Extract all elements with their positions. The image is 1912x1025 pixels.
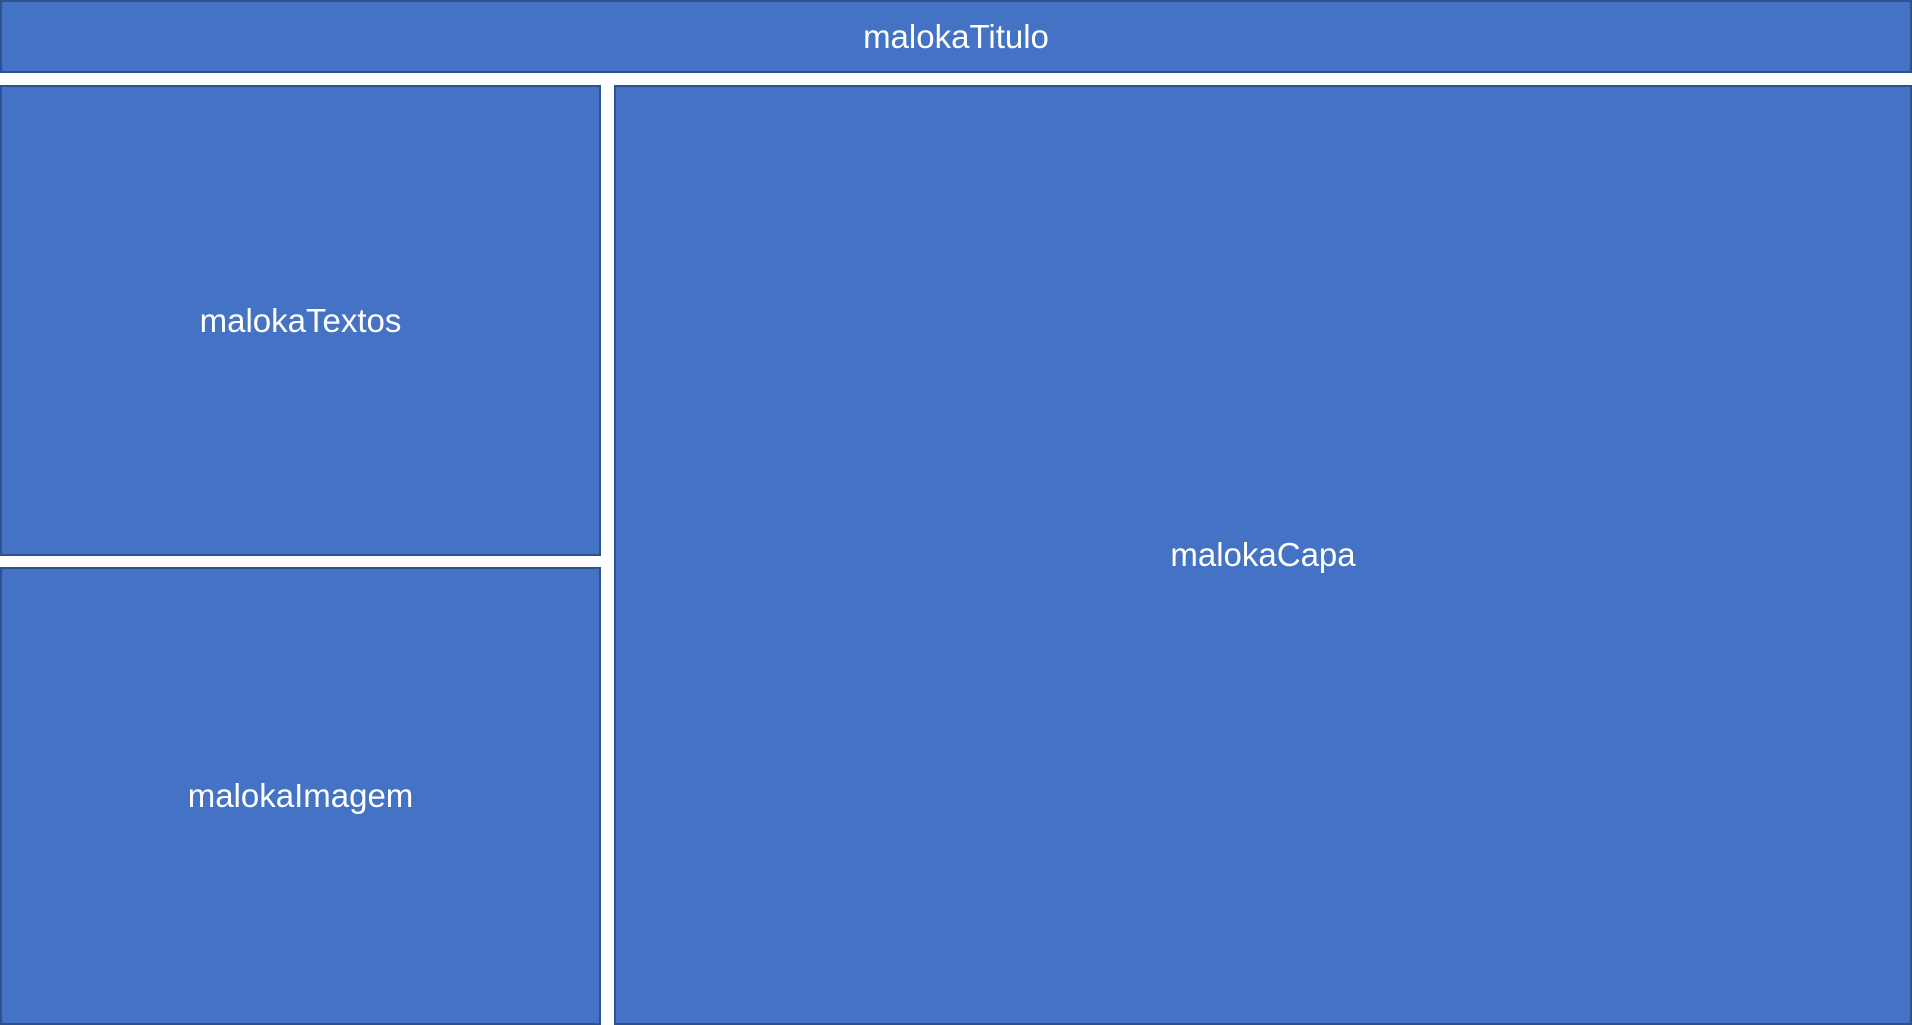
maloka-titulo-label: malokaTitulo — [863, 17, 1049, 55]
maloka-capa-block: malokaCapa — [614, 85, 1912, 1025]
maloka-imagem-block: malokaImagem — [0, 567, 601, 1025]
maloka-imagem-label: malokaImagem — [187, 777, 414, 814]
maloka-textos-block: malokaTextos — [0, 85, 601, 556]
maloka-capa-label: malokaCapa — [1170, 536, 1356, 573]
maloka-textos-label: malokaTextos — [199, 301, 402, 339]
maloka-titulo-block: malokaTitulo — [0, 0, 1912, 73]
layout-diagram: malokaTitulo malokaTextos malokaImagem m… — [0, 0, 1912, 1025]
